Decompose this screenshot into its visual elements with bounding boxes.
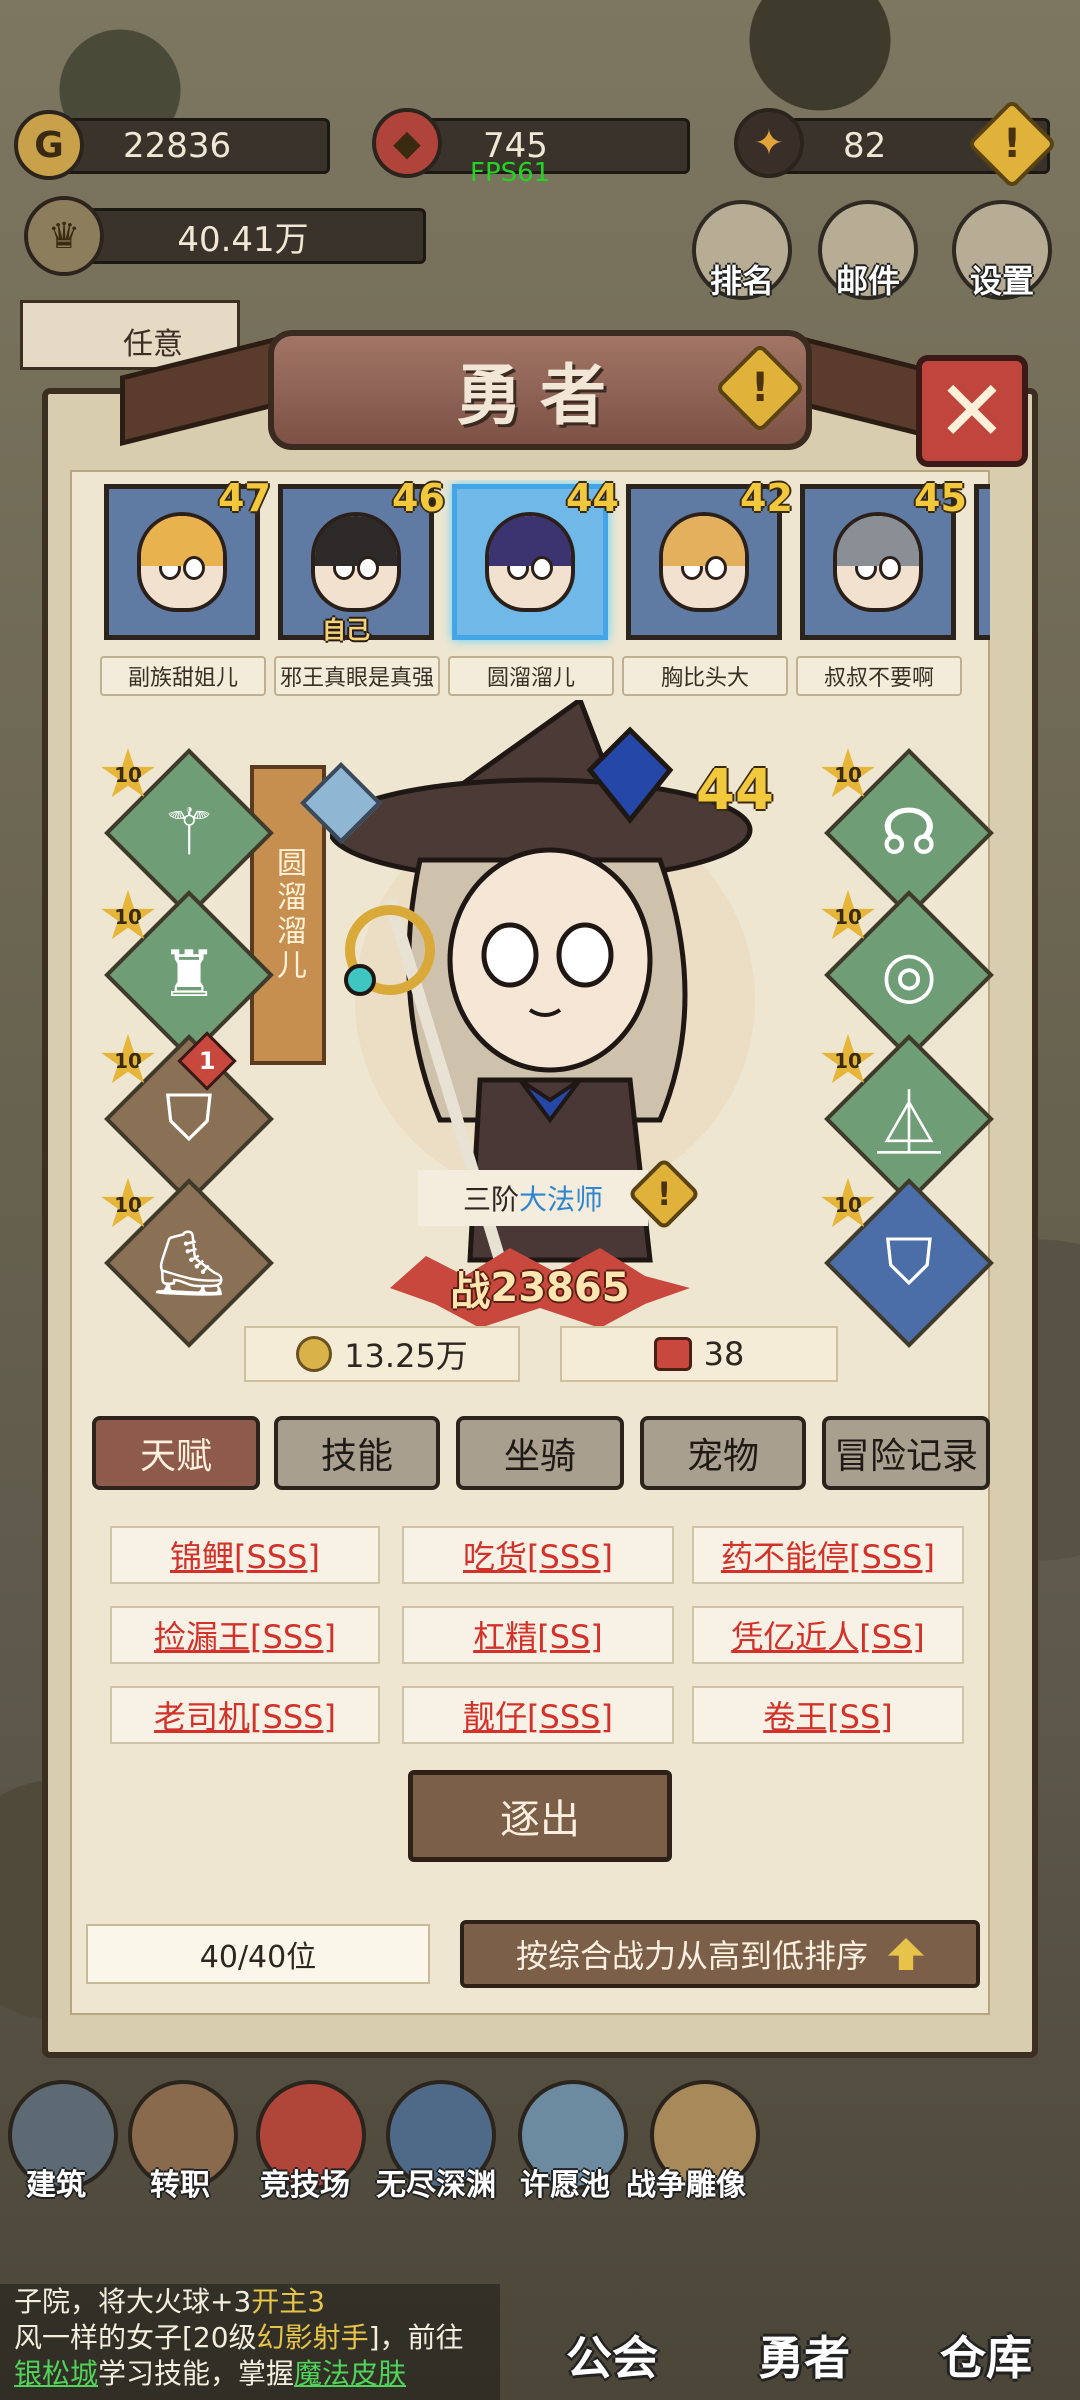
- hero-level: 45: [914, 480, 967, 520]
- self-tag: 自己: [322, 616, 370, 644]
- nav-label: 转职: [150, 2168, 210, 2203]
- sort-button[interactable]: 按综合战力从高到低排序: [460, 1920, 980, 1988]
- mail-button[interactable]: 邮件: [818, 200, 918, 300]
- talent-item[interactable]: 杠精[SS]: [402, 1606, 674, 1664]
- tab-adventure-log[interactable]: 冒险记录: [822, 1416, 990, 1490]
- nav-guild[interactable]: 公会: [566, 2322, 658, 2388]
- nav-label: 战争雕像: [626, 2168, 746, 2203]
- tab-pet[interactable]: 宠物: [640, 1416, 806, 1490]
- ranking-button[interactable]: 排名: [692, 200, 792, 300]
- total-power-bar: 40.41万: [60, 208, 426, 264]
- hero-name: 叔叔不要啊: [796, 656, 962, 696]
- talent-item[interactable]: 吃货[SSS]: [402, 1526, 674, 1584]
- nav-label: 许愿池: [520, 2168, 610, 2203]
- chat-line: 风一样的女子[20级幻影射手]，前往: [14, 2321, 464, 2354]
- hero-count: 40/40位: [86, 1924, 430, 1984]
- energy-icon: ✦: [734, 108, 804, 178]
- hero-card-partial[interactable]: [974, 484, 990, 640]
- hero-level: 46: [392, 480, 445, 520]
- hero-name: 胸比头大: [622, 656, 788, 696]
- nav-label: 竞技场: [260, 2168, 350, 2203]
- power-value: 23865: [490, 1265, 630, 1311]
- fps-counter: FPS61: [470, 158, 551, 188]
- hero-level: 44: [566, 480, 619, 520]
- bag-icon: [653, 1337, 692, 1371]
- talent-item[interactable]: 老司机[SSS]: [110, 1686, 380, 1744]
- hero-level-large: 44: [696, 758, 774, 823]
- hero-avatar: [485, 512, 575, 612]
- item-stat-value: 38: [703, 1335, 745, 1373]
- rank-prefix: 三阶: [462, 1183, 519, 1216]
- tab-mount[interactable]: 坐骑: [456, 1416, 624, 1490]
- tab-skills[interactable]: 技能: [274, 1416, 440, 1490]
- shield-gem-icon: ◆: [372, 108, 442, 178]
- gold-coin-icon: G: [14, 110, 84, 180]
- hero-level: 42: [740, 480, 793, 520]
- partial-side-label: 任意: [123, 327, 183, 362]
- gold-stat: 13.25万: [244, 1326, 520, 1382]
- hero-name: 邪王真眼是真强: [274, 656, 440, 696]
- sort-button-label: 按综合战力从高到低排序: [515, 1937, 868, 1975]
- nav-label: 建筑: [26, 2168, 86, 2203]
- chat-line: 银松城学习技能，掌握魔法皮肤: [14, 2357, 407, 2390]
- coin-icon: [296, 1336, 333, 1372]
- hero-roster: 47 副族甜姐儿 46 自己 邪王真眼是真强 44 圆溜溜儿 42 胸比头大 4…: [100, 480, 990, 710]
- chat-feed[interactable]: 子院，将大火球+3开主3 风一样的女子[20级幻影射手]，前往 银松城学习技能，…: [0, 2284, 500, 2400]
- hero-avatar: [311, 512, 401, 612]
- expel-button[interactable]: 逐出: [408, 1770, 672, 1862]
- talent-item[interactable]: 靓仔[SSS]: [402, 1686, 674, 1744]
- close-button[interactable]: ✕: [916, 355, 1028, 467]
- talent-item[interactable]: 药不能停[SSS]: [692, 1526, 964, 1584]
- rank-label: 三阶 大法师: [418, 1170, 648, 1226]
- nav-label: 无尽深渊: [376, 2168, 496, 2203]
- talent-item[interactable]: 捡漏王[SSS]: [110, 1606, 380, 1664]
- gold-value: 22836: [123, 126, 232, 166]
- nav-warehouse[interactable]: 仓库: [940, 2322, 1032, 2388]
- tab-talent[interactable]: 天赋: [92, 1416, 260, 1490]
- talent-item[interactable]: 卷王[SS]: [692, 1686, 964, 1744]
- hero-name: 副族甜姐儿: [100, 656, 266, 696]
- item-stat: 38: [560, 1326, 838, 1382]
- arrow-up-icon: [888, 1938, 924, 1970]
- combat-power: 战 23865: [390, 1248, 690, 1328]
- hero-name: 圆溜溜儿: [448, 656, 614, 696]
- total-power-value: 40.41万: [177, 219, 309, 260]
- settings-button[interactable]: 设置: [952, 200, 1052, 300]
- talent-item[interactable]: 锦鲤[SSS]: [110, 1526, 380, 1584]
- hero-avatar: [137, 512, 227, 612]
- hero-level: 47: [218, 480, 271, 520]
- talent-item[interactable]: 凭亿近人[SS]: [692, 1606, 964, 1664]
- hero-avatar: [833, 512, 923, 612]
- rank-class: 大法师: [519, 1183, 604, 1216]
- power-label: 战: [450, 1269, 491, 1315]
- hero-avatar: [659, 512, 749, 612]
- nav-heroes[interactable]: 勇者: [758, 2322, 850, 2388]
- gold-stat-value: 13.25万: [344, 1337, 468, 1375]
- trophy-icon: ♛: [24, 196, 104, 276]
- chat-line: 子院，将大火球+3开主3: [14, 2285, 326, 2318]
- energy-value: 82: [843, 126, 887, 166]
- panel-title: 勇者: [456, 356, 624, 434]
